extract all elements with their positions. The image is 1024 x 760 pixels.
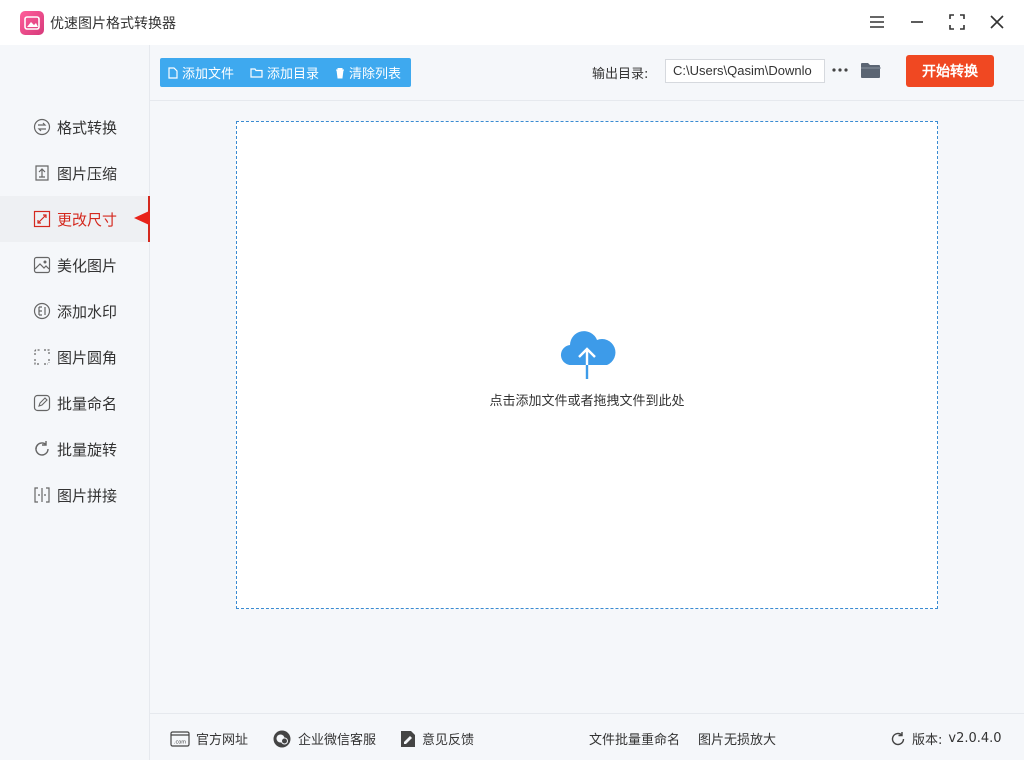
file-button-group: 添加文件 添加目录 清除列表 bbox=[160, 58, 412, 87]
sidebar-item-rotate[interactable]: 批量旋转 bbox=[0, 426, 150, 472]
add-dir-button[interactable]: 添加目录 bbox=[250, 63, 319, 82]
sidebar-item-label: 图片圆角 bbox=[57, 348, 118, 367]
resize-icon bbox=[32, 210, 51, 229]
version-info: 版本: v2.0.4.0 bbox=[890, 729, 1002, 748]
website-link[interactable]: .com 官方网址 bbox=[170, 729, 248, 748]
beautify-icon bbox=[32, 256, 51, 275]
main-area: 点击添加文件或者拖拽文件到此处 bbox=[150, 101, 1024, 713]
refresh-icon bbox=[891, 731, 905, 745]
toolbar: 添加文件 添加目录 清除列表 输出目录: C:\Users\Qasim\Down… bbox=[150, 45, 1024, 101]
sidebar-item-label: 批量命名 bbox=[57, 394, 118, 413]
app-logo-icon bbox=[20, 11, 44, 35]
sidebar-item-compress[interactable]: 图片压缩 bbox=[0, 150, 150, 196]
batch-rename-link[interactable]: 文件批量重命名 bbox=[589, 729, 680, 748]
sidebar-item-label: 添加水印 bbox=[57, 302, 118, 321]
title-bar: 优速图片格式转换器 bbox=[0, 0, 1024, 45]
cloud-upload-icon bbox=[560, 331, 616, 379]
add-file-button[interactable]: 添加文件 bbox=[168, 63, 234, 82]
sidebar-item-label: 美化图片 bbox=[57, 256, 118, 275]
sidebar-item-label: 图片压缩 bbox=[57, 164, 118, 183]
menu-icon[interactable] bbox=[864, 10, 890, 34]
close-icon[interactable] bbox=[984, 10, 1010, 34]
sidebar-item-label: 更改尺寸 bbox=[57, 210, 118, 229]
clear-list-button[interactable]: 清除列表 bbox=[335, 63, 401, 82]
sidebar-item-resize[interactable]: 更改尺寸 bbox=[0, 196, 150, 242]
rotate-icon bbox=[32, 440, 51, 459]
svg-text:.com: .com bbox=[174, 739, 186, 745]
feedback-icon bbox=[401, 730, 415, 747]
rename-icon bbox=[32, 394, 51, 413]
sidebar-item-label: 格式转换 bbox=[57, 118, 118, 137]
trash-icon bbox=[336, 67, 345, 78]
file-drop-zone[interactable]: 点击添加文件或者拖拽文件到此处 bbox=[236, 121, 938, 609]
sidebar-item-label: 批量旋转 bbox=[57, 440, 118, 459]
lossless-enlarge-link[interactable]: 图片无损放大 bbox=[698, 729, 776, 748]
sidebar-item-rename[interactable]: 批量命名 bbox=[0, 380, 150, 426]
start-convert-button[interactable]: 开始转换 bbox=[906, 55, 994, 87]
compress-icon bbox=[32, 164, 51, 183]
wechat-support-link[interactable]: 企业微信客服 bbox=[272, 729, 376, 748]
sidebar-item-beautify[interactable]: 美化图片 bbox=[0, 242, 150, 288]
drop-hint-text: 点击添加文件或者拖拽文件到此处 bbox=[489, 394, 685, 409]
output-dir-field[interactable]: C:\Users\Qasim\Downlo bbox=[665, 59, 825, 83]
minimize-icon[interactable] bbox=[904, 10, 930, 34]
maximize-icon[interactable] bbox=[944, 10, 970, 34]
more-options-icon[interactable] bbox=[831, 61, 849, 79]
sidebar-item-watermark[interactable]: 添加水印 bbox=[0, 288, 150, 334]
website-icon: .com bbox=[170, 730, 190, 747]
sidebar: 格式转换 图片压缩 更改尺寸 美化图片 添加水印 图片圆角 批量命名 批量旋转 … bbox=[0, 45, 150, 760]
sidebar-item-round-corner[interactable]: 图片圆角 bbox=[0, 334, 150, 380]
folder-outline-icon bbox=[250, 68, 263, 78]
watermark-icon bbox=[32, 302, 51, 321]
output-dir-label: 输出目录: bbox=[592, 67, 649, 82]
open-folder-icon[interactable] bbox=[860, 61, 882, 83]
feedback-link[interactable]: 意见反馈 bbox=[400, 729, 474, 748]
format-convert-icon bbox=[32, 118, 51, 137]
footer: .com 官方网址 企业微信客服 意见反馈 文件批量重命名 图片无损放大 版本:… bbox=[150, 713, 1024, 760]
sidebar-item-stitch[interactable]: 图片拼接 bbox=[0, 472, 150, 518]
stitch-icon bbox=[32, 486, 51, 505]
sidebar-item-format-convert[interactable]: 格式转换 bbox=[0, 104, 150, 150]
sidebar-item-label: 图片拼接 bbox=[57, 486, 118, 505]
file-icon bbox=[168, 66, 178, 79]
round-corner-icon bbox=[32, 348, 51, 367]
wechat-icon bbox=[273, 730, 291, 747]
app-title: 优速图片格式转换器 bbox=[50, 16, 176, 32]
